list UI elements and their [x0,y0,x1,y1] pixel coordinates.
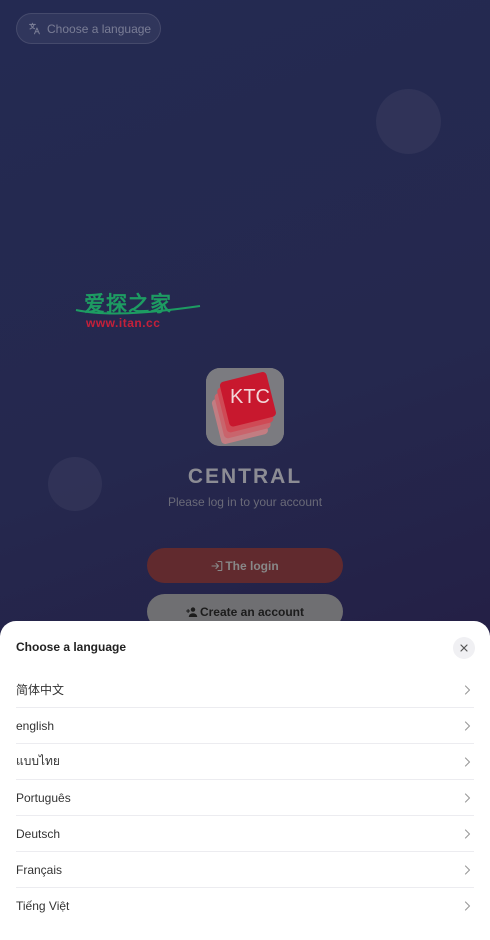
app-title: CENTRAL [187,465,303,488]
app-logo: KTC [206,368,284,446]
language-option[interactable]: แบบไทย [16,744,474,780]
choose-language-label: Choose a language [47,21,152,36]
login-label: The login [225,558,279,573]
chevron-right-icon [464,684,471,695]
language-option[interactable]: 简体中文 [16,672,474,708]
chevron-right-icon [464,901,471,911]
translate-icon [29,22,40,35]
login-icon [211,560,223,571]
chevron-right-icon [464,756,471,767]
sheet-title: Choose a language [16,640,127,654]
language-option[interactable]: Tiếng Việt [16,888,474,924]
chevron-right-icon [464,720,471,731]
language-label: แบบไทย [16,754,60,768]
language-option[interactable]: Français [16,852,474,888]
language-list: 简体中文 english แบบไทย Português Deutsch Fr… [16,672,474,924]
language-label: Português [16,790,71,805]
language-label: 简体中文 [16,683,65,697]
language-sheet: Choose a language 简体中文 english แบบไทย Po… [0,621,490,940]
language-option[interactable]: Deutsch [16,816,474,852]
language-label: Français [16,862,63,877]
close-icon [460,644,468,652]
language-option[interactable]: english [16,708,474,744]
chevron-right-icon [464,792,471,803]
chevron-right-icon [464,828,471,839]
login-button[interactable]: The login [147,548,343,583]
language-label: Deutsch [16,826,61,841]
choose-language-button[interactable]: Choose a language [16,13,161,44]
watermark-url: www.itan.cc [86,316,161,330]
watermark-swoosh [75,305,201,315]
chevron-right-icon [464,864,471,875]
decorative-bubble [376,89,441,154]
create-account-label: Create an account [199,604,305,619]
language-option[interactable]: Português [16,780,474,816]
site-watermark: 爱探之家 www.itan.cc [74,290,204,330]
language-label: Tiếng Việt [16,899,70,913]
logo-text: KTC [230,386,270,408]
language-label: english [16,718,55,733]
app-subtitle: Please log in to your account [167,495,323,509]
close-button[interactable] [453,637,475,659]
add-user-icon [186,606,198,617]
